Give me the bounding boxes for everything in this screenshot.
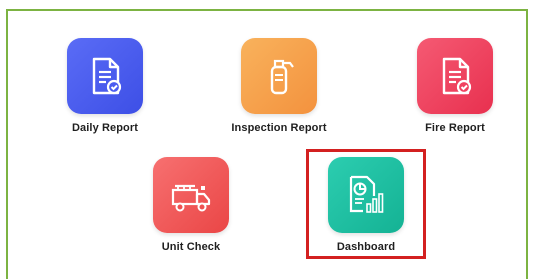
inspection-report-app-icon[interactable] [241,38,317,114]
unit-check-tile[interactable]: Unit Check [116,157,266,253]
document-check-icon [442,57,472,95]
fire-extinguisher-icon [270,59,294,95]
document-check-icon [92,57,122,95]
fire-truck-icon [171,184,211,212]
inspection-report-tile[interactable]: Inspection Report [204,38,354,134]
selection-highlight [306,149,426,259]
daily-report-app-icon[interactable] [67,38,143,114]
inspection-report-label: Inspection Report [231,122,327,134]
fire-report-tile[interactable]: Fire Report [380,38,530,134]
daily-report-label: Daily Report [72,122,138,134]
unit-check-label: Unit Check [161,241,221,253]
fire-report-app-icon[interactable] [417,38,493,114]
unit-check-app-icon[interactable] [153,157,229,233]
daily-report-tile[interactable]: Daily Report [30,38,180,134]
fire-report-label: Fire Report [425,122,485,134]
